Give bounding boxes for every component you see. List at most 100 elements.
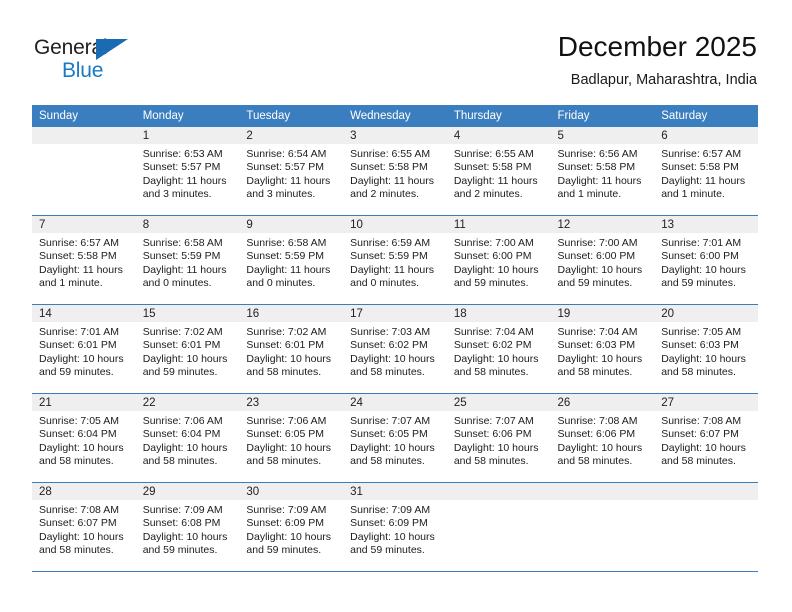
daylight-duration-line1: Daylight: 10 hours	[661, 352, 746, 365]
day-details: Sunrise: 7:08 AM Sunset: 6:07 PM Daylight:…	[654, 411, 758, 468]
weekday-header-thursday: Thursday	[446, 105, 551, 127]
calendar-day-cell[interactable]: 19 Sunrise: 7:04 AM Sunset: 6:03 PM Dayligh…	[550, 304, 655, 394]
calendar-day-cell[interactable]: 5 Sunrise: 6:56 AM Sunset: 5:58 PM Daylight…	[550, 127, 655, 216]
sunrise-time: Sunrise: 6:59 AM	[350, 237, 431, 249]
calendar-week-row: 1 Sunrise: 6:53 AM Sunset: 5:57 PM Daylight…	[32, 127, 758, 216]
sunset-time: Sunset: 6:00 PM	[557, 250, 636, 263]
calendar-day-cell[interactable]: 29 Sunrise: 7:09 AM Sunset: 6:08 PM Dayligh…	[135, 482, 240, 571]
calendar-day-cell[interactable]: 17 Sunrise: 7:03 AM Sunset: 6:02 PM Dayligh…	[343, 304, 447, 394]
calendar-week-row: 21 Sunrise: 7:05 AM Sunset: 6:04 PM Dayligh…	[32, 393, 758, 483]
calendar-day-cell[interactable]: 23 Sunrise: 7:06 AM Sunset: 6:05 PM Dayligh…	[239, 393, 344, 483]
day-details: Sunrise: 7:01 AM Sunset: 6:01 PM Daylight:…	[32, 322, 136, 379]
calendar-day-cell[interactable]	[32, 127, 136, 216]
calendar-day-cell[interactable]: 12 Sunrise: 7:00 AM Sunset: 6:00 PM Dayligh…	[550, 215, 655, 305]
day-cell-content: 24 Sunrise: 7:07 AM Sunset: 6:05 PM Dayligh…	[343, 394, 447, 482]
sunrise-time: Sunrise: 7:07 AM	[350, 415, 431, 427]
day-cell-content: 20 Sunrise: 7:05 AM Sunset: 6:03 PM Dayligh…	[654, 305, 758, 393]
calendar-day-cell[interactable]: 9 Sunrise: 6:58 AM Sunset: 5:59 PM Daylight…	[239, 215, 344, 305]
day-cell-content: 11 Sunrise: 7:00 AM Sunset: 6:00 PM Dayligh…	[446, 216, 551, 304]
day-details: Sunrise: 7:02 AM Sunset: 6:01 PM Daylight:…	[136, 322, 240, 379]
calendar-day-cell[interactable]: 1 Sunrise: 6:53 AM Sunset: 5:57 PM Daylight…	[135, 127, 240, 216]
calendar-day-cell[interactable]: 26 Sunrise: 7:08 AM Sunset: 6:06 PM Dayligh…	[550, 393, 655, 483]
daylight-duration-line1: Daylight: 10 hours	[246, 530, 332, 543]
calendar-day-cell[interactable]: 3 Sunrise: 6:55 AM Sunset: 5:58 PM Daylight…	[343, 127, 447, 216]
calendar-day-cell[interactable]: 18 Sunrise: 7:04 AM Sunset: 6:02 PM Dayligh…	[446, 304, 551, 394]
calendar-day-cell[interactable]: 16 Sunrise: 7:02 AM Sunset: 6:01 PM Dayligh…	[239, 304, 344, 394]
day-details: Sunrise: 7:09 AM Sunset: 6:09 PM Daylight:…	[239, 500, 343, 557]
day-cell-empty	[32, 127, 136, 215]
daylight-duration-line2: and 59 minutes.	[557, 276, 633, 289]
calendar-day-cell[interactable]: 30 Sunrise: 7:09 AM Sunset: 6:09 PM Dayligh…	[239, 482, 344, 571]
calendar-day-cell[interactable]: 4 Sunrise: 6:55 AM Sunset: 5:58 PM Daylight…	[446, 127, 551, 216]
sunset-time: Sunset: 5:58 PM	[350, 161, 428, 174]
calendar-day-cell[interactable]: 14 Sunrise: 7:01 AM Sunset: 6:01 PM Dayligh…	[32, 304, 136, 394]
calendar-week-row: 28 Sunrise: 7:08 AM Sunset: 6:07 PM Dayligh…	[32, 482, 758, 571]
day-number: 10	[343, 216, 447, 233]
daylight-duration-line1: Daylight: 11 hours	[142, 263, 227, 276]
day-number: 11	[446, 216, 551, 233]
calendar-day-cell[interactable]: 20 Sunrise: 7:05 AM Sunset: 6:03 PM Dayligh…	[654, 304, 758, 394]
daylight-duration-line2: and 58 minutes.	[557, 365, 633, 378]
sunset-time: Sunset: 5:57 PM	[246, 161, 325, 174]
calendar-body: 1 Sunrise: 6:53 AM Sunset: 5:57 PM Daylight…	[32, 127, 758, 571]
daylight-duration-line2: and 0 minutes.	[142, 276, 212, 289]
daylight-duration-line1: Daylight: 10 hours	[350, 352, 435, 365]
weekday-header-wednesday: Wednesday	[343, 105, 447, 127]
sunset-time: Sunset: 6:05 PM	[246, 428, 325, 441]
sunrise-time: Sunrise: 7:07 AM	[453, 415, 534, 427]
day-cell-content: 10 Sunrise: 6:59 AM Sunset: 5:59 PM Dayligh…	[343, 216, 447, 304]
calendar-day-cell[interactable]	[446, 482, 551, 571]
day-number: 21	[32, 394, 136, 411]
general-blue-logo[interactable]: General Blue	[34, 36, 154, 84]
calendar-day-cell[interactable]: 7 Sunrise: 6:57 AM Sunset: 5:58 PM Daylight…	[32, 215, 136, 305]
calendar-day-cell[interactable]: 21 Sunrise: 7:05 AM Sunset: 6:04 PM Dayligh…	[32, 393, 136, 483]
daylight-duration-line2: and 2 minutes.	[350, 187, 419, 200]
calendar-day-cell[interactable]: 10 Sunrise: 6:59 AM Sunset: 5:59 PM Dayligh…	[343, 215, 447, 305]
calendar-day-cell[interactable]: 6 Sunrise: 6:57 AM Sunset: 5:58 PM Daylight…	[654, 127, 758, 216]
day-number: 30	[239, 483, 344, 500]
day-details: Sunrise: 7:04 AM Sunset: 6:02 PM Daylight:…	[447, 322, 551, 379]
calendar-day-cell[interactable]: 8 Sunrise: 6:58 AM Sunset: 5:59 PM Daylight…	[135, 215, 240, 305]
day-details: Sunrise: 6:55 AM Sunset: 5:58 PM Daylight:…	[447, 144, 551, 201]
weekday-header-saturday: Saturday	[654, 105, 758, 127]
calendar-day-cell[interactable]	[550, 482, 655, 571]
day-details	[32, 144, 136, 148]
calendar-day-cell[interactable]: 22 Sunrise: 7:06 AM Sunset: 6:04 PM Dayligh…	[135, 393, 240, 483]
day-cell-content: 14 Sunrise: 7:01 AM Sunset: 6:01 PM Dayligh…	[32, 305, 136, 393]
day-number: 28	[32, 483, 136, 500]
calendar-day-cell[interactable]: 28 Sunrise: 7:08 AM Sunset: 6:07 PM Dayligh…	[32, 482, 136, 571]
day-cell-content: 7 Sunrise: 6:57 AM Sunset: 5:58 PM Daylight…	[32, 216, 136, 304]
day-details: Sunrise: 7:04 AM Sunset: 6:03 PM Daylight:…	[551, 322, 655, 379]
calendar-day-cell[interactable]: 24 Sunrise: 7:07 AM Sunset: 6:05 PM Dayligh…	[343, 393, 447, 483]
daylight-duration-line1: Daylight: 10 hours	[39, 352, 124, 365]
day-details: Sunrise: 7:00 AM Sunset: 6:00 PM Daylight:…	[551, 233, 655, 290]
day-number: 24	[343, 394, 447, 411]
day-cell-content: 19 Sunrise: 7:04 AM Sunset: 6:03 PM Dayligh…	[550, 305, 655, 393]
daylight-duration-line1: Daylight: 10 hours	[39, 441, 124, 454]
sunset-time: Sunset: 6:06 PM	[453, 428, 532, 441]
calendar-day-cell[interactable]: 2 Sunrise: 6:54 AM Sunset: 5:57 PM Daylight…	[239, 127, 344, 216]
daylight-duration-line1: Daylight: 11 hours	[557, 174, 642, 187]
calendar-day-cell[interactable]: 31 Sunrise: 7:09 AM Sunset: 6:09 PM Dayligh…	[343, 482, 447, 571]
day-number: 17	[343, 305, 447, 322]
sunrise-time: Sunrise: 7:00 AM	[557, 237, 638, 249]
calendar-day-cell[interactable]: 15 Sunrise: 7:02 AM Sunset: 6:01 PM Dayligh…	[135, 304, 240, 394]
day-number	[446, 483, 551, 500]
daylight-duration-line2: and 1 minute.	[661, 187, 725, 200]
calendar-day-cell[interactable]: 11 Sunrise: 7:00 AM Sunset: 6:00 PM Dayligh…	[446, 215, 551, 305]
day-cell-empty	[550, 483, 655, 571]
day-details: Sunrise: 6:53 AM Sunset: 5:57 PM Daylight:…	[136, 144, 240, 201]
calendar-day-cell[interactable]	[654, 482, 758, 571]
daylight-duration-line1: Daylight: 10 hours	[661, 263, 746, 276]
day-number	[550, 483, 655, 500]
day-number: 8	[135, 216, 240, 233]
sunrise-time: Sunrise: 6:58 AM	[142, 237, 223, 249]
day-number: 22	[135, 394, 240, 411]
sunset-time: Sunset: 5:58 PM	[453, 161, 532, 174]
daylight-duration-line1: Daylight: 10 hours	[39, 530, 124, 543]
day-cell-content: 15 Sunrise: 7:02 AM Sunset: 6:01 PM Dayligh…	[135, 305, 240, 393]
calendar-day-cell[interactable]: 13 Sunrise: 7:01 AM Sunset: 6:00 PM Dayligh…	[654, 215, 758, 305]
calendar-day-cell[interactable]: 25 Sunrise: 7:07 AM Sunset: 6:06 PM Dayligh…	[446, 393, 551, 483]
calendar-day-cell[interactable]: 27 Sunrise: 7:08 AM Sunset: 6:07 PM Dayligh…	[654, 393, 758, 483]
day-details	[447, 500, 551, 504]
